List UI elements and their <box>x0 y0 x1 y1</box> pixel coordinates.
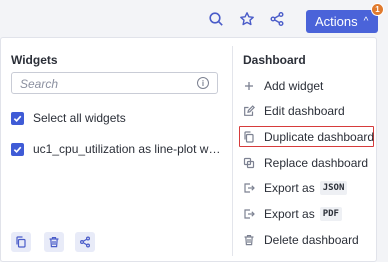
menu-replace-dashboard[interactable]: Replace dashboard <box>243 154 368 172</box>
pdf-tag: PDF <box>319 207 342 221</box>
delete-widgets-button[interactable] <box>44 232 64 252</box>
share-icon[interactable] <box>268 10 286 28</box>
export-icon <box>243 208 255 220</box>
menu-export-pdf-label: Export as <box>264 207 315 221</box>
select-all-widgets-row[interactable]: Select all widgets <box>11 110 126 126</box>
widget-checkbox[interactable] <box>11 142 24 156</box>
copy-icon <box>243 131 255 143</box>
trash-icon <box>243 234 255 246</box>
edit-icon <box>243 105 255 117</box>
copy-icon <box>16 236 26 248</box>
export-icon <box>243 182 255 194</box>
plus-icon <box>243 80 255 92</box>
menu-edit-dashboard-label: Edit dashboard <box>264 104 345 118</box>
menu-duplicate-dashboard-label: Duplicate dashboard <box>264 130 375 144</box>
json-tag: JSON <box>319 181 348 195</box>
widget-list-item[interactable]: uc1_cpu_utilization as line-plot wh… <box>11 141 225 157</box>
star-icon[interactable] <box>238 10 256 28</box>
select-all-label: Select all widgets <box>33 111 126 125</box>
chevron-up-icon: ^ <box>363 15 369 27</box>
widgets-heading: Widgets <box>11 53 58 67</box>
select-all-checkbox[interactable] <box>11 111 24 125</box>
column-divider <box>232 46 233 256</box>
menu-add-widget[interactable]: Add widget <box>243 77 323 95</box>
menu-export-json[interactable]: Export as JSON <box>243 179 348 197</box>
menu-delete-dashboard-label: Delete dashboard <box>264 233 359 247</box>
widget-search-box: i <box>11 72 218 94</box>
copy-widgets-button[interactable] <box>11 232 31 252</box>
top-toolbar: Actions ^ 1 <box>0 0 388 36</box>
notification-badge: 1 <box>371 3 384 16</box>
replace-icon <box>243 157 255 169</box>
menu-delete-dashboard[interactable]: Delete dashboard <box>243 231 359 249</box>
menu-export-json-label: Export as <box>264 181 315 195</box>
menu-add-widget-label: Add widget <box>264 79 324 93</box>
menu-edit-dashboard[interactable]: Edit dashboard <box>243 102 345 120</box>
menu-replace-dashboard-label: Replace dashboard <box>264 156 369 170</box>
share-icon <box>80 236 90 248</box>
share-widgets-button[interactable] <box>75 232 95 252</box>
widget-item-label: uc1_cpu_utilization as line-plot wh… <box>33 142 225 156</box>
menu-export-pdf[interactable]: Export as PDF <box>243 205 342 223</box>
info-icon[interactable]: i <box>197 77 209 89</box>
actions-dropdown-panel: Widgets i Select all widgets uc1_cpu_uti… <box>0 37 377 262</box>
dashboard-heading: Dashboard <box>243 53 306 67</box>
actions-button-label: Actions <box>315 14 358 29</box>
menu-duplicate-dashboard[interactable]: Duplicate dashboard <box>243 128 374 146</box>
widget-search-input[interactable] <box>20 76 190 91</box>
search-icon[interactable] <box>207 10 225 28</box>
actions-button[interactable]: Actions ^ <box>306 10 378 33</box>
trash-icon <box>49 237 59 248</box>
